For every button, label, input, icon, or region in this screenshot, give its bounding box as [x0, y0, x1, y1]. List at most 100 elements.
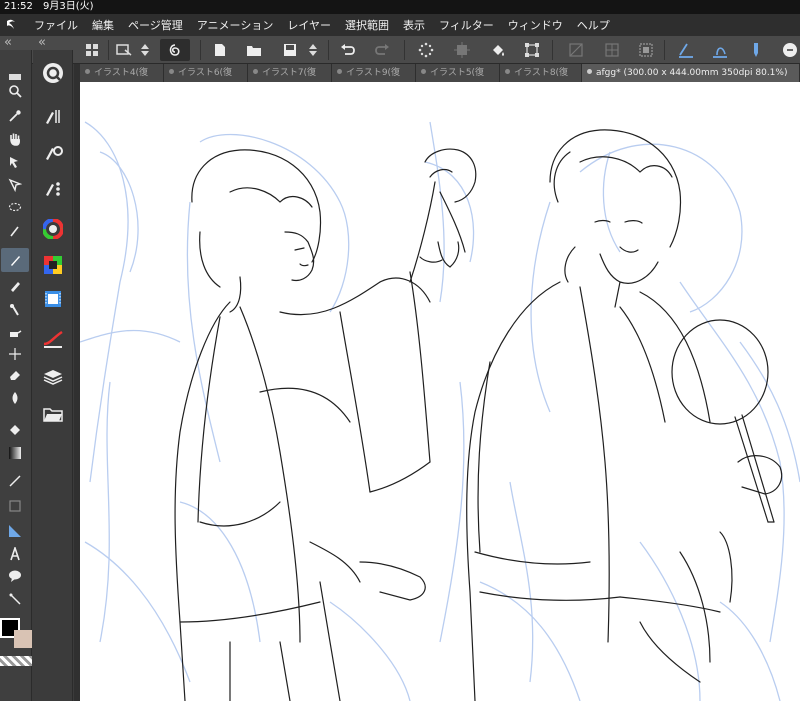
menu-help[interactable]: ヘルプ — [577, 17, 610, 33]
tab-illust7[interactable]: イラスト7(復 — [248, 64, 331, 82]
zoom-icon[interactable] — [3, 80, 27, 102]
menu-animation[interactable]: アニメーション — [197, 17, 274, 33]
lineart-layer — [174, 129, 783, 701]
menu-file[interactable]: ファイル — [34, 17, 78, 33]
ruler-off-icon[interactable] — [564, 39, 588, 61]
sync-icon[interactable] — [160, 39, 190, 61]
menu-edit[interactable]: 編集 — [92, 17, 114, 33]
gradient-icon[interactable] — [3, 442, 27, 464]
decoration-icon[interactable] — [3, 343, 27, 365]
correct-line-icon[interactable] — [3, 588, 27, 610]
tab-label: イラスト5(復 — [430, 68, 485, 78]
menu-selection[interactable]: 選択範囲 — [345, 17, 389, 33]
crop-icon[interactable] — [450, 39, 474, 61]
separator — [404, 40, 405, 60]
fill-icon[interactable] — [3, 418, 27, 440]
drawing-canvas[interactable] — [80, 82, 800, 701]
color-set-icon[interactable] — [39, 252, 67, 278]
clip-studio-icon[interactable] — [0, 14, 22, 36]
fill-icon[interactable] — [486, 39, 510, 61]
status-bar: 21:52 9月3日(火) — [0, 0, 800, 14]
collapse-toolbox-button[interactable]: « — [4, 36, 12, 50]
quick-access-icon[interactable] — [39, 60, 67, 86]
menu-filter[interactable]: フィルター — [439, 17, 494, 33]
hand-icon[interactable] — [3, 128, 27, 150]
more-icon[interactable] — [778, 39, 800, 61]
pen-snap-icon[interactable] — [744, 39, 768, 61]
pencil-icon[interactable] — [3, 275, 27, 297]
sub-color-swatch[interactable] — [14, 630, 32, 648]
eraser-icon[interactable] — [3, 364, 27, 386]
ruler-icon[interactable] — [674, 39, 698, 61]
separator — [664, 40, 665, 60]
document-tabs: イラスト4(復 イラスト6(復 イラスト7(復 イラスト9(復 イラスト5(復 … — [80, 64, 800, 82]
ruler-grid-icon[interactable] — [600, 39, 624, 61]
frame-icon[interactable] — [3, 495, 27, 517]
menu-layer[interactable]: レイヤー — [287, 17, 331, 33]
move-icon[interactable] — [3, 151, 27, 173]
tab-label: イラスト7(復 — [262, 68, 317, 78]
sub-tool-settings-icon[interactable] — [39, 140, 67, 166]
eyedropper-small-icon[interactable] — [3, 220, 27, 242]
material-folder-icon[interactable] — [39, 402, 67, 428]
brush-icon[interactable] — [3, 299, 27, 321]
frame-icon[interactable] — [634, 39, 658, 61]
balloon-icon[interactable] — [3, 565, 27, 587]
status-date: 9月3日(火) — [43, 1, 94, 12]
select-icon[interactable] — [3, 174, 27, 196]
transform-corners-icon[interactable] — [520, 39, 544, 61]
save-icon[interactable] — [278, 39, 302, 61]
line-icon[interactable] — [3, 470, 27, 492]
tab-label: イラスト8(復 — [514, 68, 569, 78]
lasso-icon[interactable] — [3, 197, 27, 219]
command-bar: « « — [0, 36, 800, 64]
layers-icon[interactable] — [39, 364, 67, 390]
color-wheel-icon[interactable] — [39, 216, 67, 242]
collapse-subtool-button[interactable]: « — [38, 36, 46, 50]
palette-bar — [33, 50, 73, 701]
open-folder-icon[interactable] — [242, 39, 266, 61]
separator — [108, 40, 109, 60]
airbrush-icon[interactable] — [3, 322, 27, 344]
transparent-color-swatch[interactable] — [0, 656, 32, 666]
menu-page[interactable]: ページ管理 — [128, 17, 183, 33]
tab-illust4[interactable]: イラスト4(復 — [80, 64, 163, 82]
stepper-icon[interactable] — [138, 39, 152, 61]
tab-label: afgg* (300.00 x 444.00mm 350dpi 80.1%) — [596, 68, 788, 78]
tab-dot-icon — [505, 69, 510, 74]
sub-tool-pen-icon[interactable] — [39, 104, 67, 130]
tab-dot-icon — [587, 69, 592, 74]
tool-palette — [0, 50, 32, 701]
tab-dot-icon — [85, 69, 90, 74]
ruler-snap-icon[interactable] — [708, 39, 732, 61]
sparkle-icon[interactable] — [414, 39, 438, 61]
sub-tool-detail-icon[interactable] — [39, 176, 67, 202]
menu-window[interactable]: ウィンドウ — [508, 17, 563, 33]
new-file-icon[interactable] — [208, 39, 232, 61]
separator — [200, 40, 201, 60]
blend-icon[interactable] — [3, 387, 27, 409]
grid-icon[interactable] — [80, 39, 104, 61]
eyedropper-icon[interactable] — [3, 105, 27, 127]
tab-illust9[interactable]: イラスト9(復 — [332, 64, 415, 82]
text-icon[interactable] — [3, 543, 27, 565]
animation-timeline-icon[interactable] — [39, 286, 67, 312]
tab-label: イラスト9(復 — [346, 68, 401, 78]
stepper-icon[interactable] — [306, 39, 320, 61]
tab-label: イラスト6(復 — [178, 68, 233, 78]
ruler-tool-icon[interactable] — [3, 520, 27, 542]
tab-illust8[interactable]: イラスト8(復 — [500, 64, 581, 82]
tab-illust5[interactable]: イラスト5(復 — [416, 64, 499, 82]
menu-bar: ファイル 編集 ページ管理 アニメーション レイヤー 選択範囲 表示 フィルター… — [0, 14, 800, 36]
canvas-artwork — [80, 121, 800, 701]
navigator-icon[interactable] — [39, 326, 67, 352]
separator — [328, 40, 329, 60]
pen-icon[interactable] — [1, 248, 29, 272]
redo-icon[interactable] — [370, 39, 394, 61]
transform-icon[interactable] — [112, 39, 136, 61]
menu-view[interactable]: 表示 — [403, 17, 425, 33]
tab-afgg[interactable]: afgg* (300.00 x 444.00mm 350dpi 80.1%) — [582, 64, 799, 82]
separator — [552, 40, 553, 60]
tab-illust6[interactable]: イラスト6(復 — [164, 64, 247, 82]
undo-icon[interactable] — [336, 39, 360, 61]
